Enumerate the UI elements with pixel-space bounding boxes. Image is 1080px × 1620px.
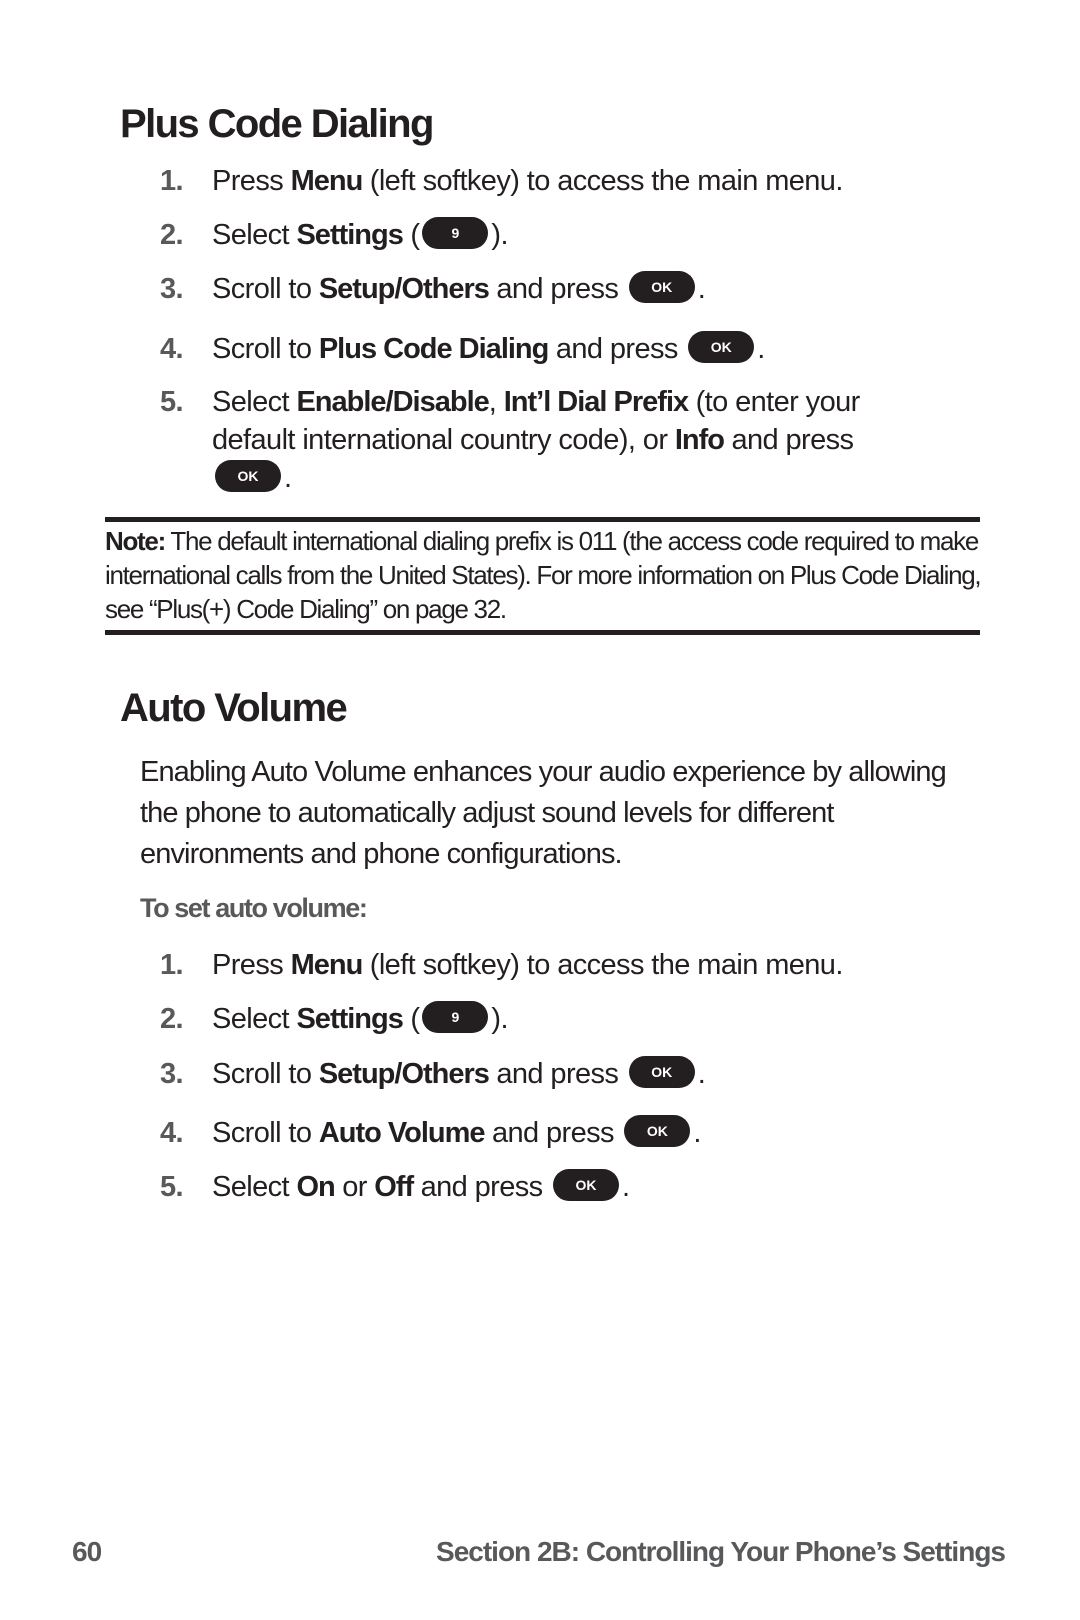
step-text-run: Scroll to [212, 273, 319, 305]
step-number: 3. [160, 273, 184, 305]
step-text-run: Select [212, 386, 297, 418]
note-box: Note: The default international dialing … [105, 524, 985, 626]
step-number: 2. [160, 1003, 184, 1035]
note-text: The default international dialing prefix… [105, 526, 982, 624]
running-footer-section-title: Section 2B: Controlling Your Phone’s Set… [436, 1536, 1006, 1567]
step-text-run: Scroll to [212, 1058, 319, 1090]
step-text: Press Menu (left softkey) to access the … [212, 162, 920, 200]
step-text: Scroll to Setup/Others and press OK. [212, 270, 920, 308]
step-text-run: (left softkey) to access the main menu. [362, 165, 844, 197]
menu-option-label: Info [674, 424, 725, 456]
step-number: 1. [160, 949, 184, 981]
step-text-run: . [693, 1117, 701, 1149]
step-text-run: . [284, 462, 292, 494]
page-number: 60 [72, 1536, 102, 1567]
menu-option-label: Menu [290, 949, 364, 981]
step-text: Scroll to Setup/Others and press OK. [212, 1055, 920, 1093]
step-text-run: and press [488, 1058, 626, 1090]
step-list-item: 1. Press Menu (left softkey) to access th… [160, 946, 920, 984]
step-text-run: ( [402, 219, 420, 251]
auto-volume-intro: Enabling Auto Volume enhances your audio… [140, 756, 947, 870]
menu-option-label: Int’l Dial Prefix [503, 386, 689, 418]
step-list-item: 4. Scroll to Plus Code Dialing and press … [160, 330, 920, 368]
step-number: 2. [160, 219, 184, 251]
step-text-run: Scroll to [212, 333, 319, 365]
step-list-item: 2. Select Settings (9). [160, 216, 920, 254]
menu-option-label: Off [374, 1171, 414, 1203]
step-number: 5. [160, 386, 184, 418]
step-list-item: 5. Select On or Off and press OK. [160, 1168, 920, 1206]
ok-key-icon: OK [215, 460, 281, 493]
step-text-run: ( [402, 1003, 420, 1035]
step-text: Select Settings (9). [212, 1000, 920, 1038]
step-number: 4. [160, 333, 184, 365]
step-list-item: 5. Select Enable/Disable, Int’l Dial Pref… [160, 383, 920, 497]
key-9-icon: 9 [422, 217, 489, 250]
step-text-run: ). [491, 219, 508, 251]
step-text-run: Scroll to [212, 1117, 319, 1149]
ok-key-icon: OK [628, 271, 695, 304]
step-list-item: 3. Scroll to Setup/Others and press OK. [160, 270, 920, 308]
step-text-run: Select [212, 1171, 297, 1203]
step-list-item: 1. Press Menu (left softkey) to access th… [160, 162, 920, 200]
menu-option-label: Setup/Others [318, 273, 490, 305]
key-9-icon: 9 [422, 1001, 489, 1034]
step-number: 3. [160, 1058, 184, 1090]
step-text-run: Select [212, 219, 297, 251]
step-text-run: Select [212, 1003, 297, 1035]
step-text: Scroll to Auto Volume and press OK. [212, 1114, 920, 1152]
step-text-run: and press [484, 1117, 622, 1149]
ok-key-icon: OK [624, 1115, 691, 1148]
step-text: Select Enable/Disable, Int’l Dial Prefix… [212, 383, 920, 497]
step-text-run: . [697, 1058, 706, 1090]
step-text-run: . [622, 1171, 630, 1203]
step-text: Select On or Off and press OK. [212, 1168, 920, 1206]
menu-option-label: Menu [290, 165, 364, 197]
ok-key-icon: OK [688, 331, 755, 364]
step-list-item: 3. Scroll to Setup/Others and press OK. [160, 1055, 920, 1093]
menu-option-label: Setup/Others [318, 1058, 490, 1090]
section-title-plus-code-dialing: Plus Code Dialing [120, 102, 434, 146]
procedure-subheading: To set auto volume: [140, 893, 368, 923]
step-number: 4. [160, 1117, 184, 1149]
step-text-run: and press [724, 424, 854, 456]
step-text: Press Menu (left softkey) to access the … [212, 946, 920, 984]
step-text-run: , [488, 386, 504, 418]
step-text: Scroll to Plus Code Dialing and press OK… [212, 330, 920, 368]
step-text-run: . [697, 273, 706, 305]
step-text-run: and press [488, 273, 626, 305]
step-text-run: and press [413, 1171, 550, 1203]
step-text-run: or [334, 1171, 375, 1203]
step-number: 1. [160, 165, 184, 197]
step-text-run: . [757, 333, 765, 365]
note-top-divider [105, 517, 980, 522]
menu-option-label: Plus Code Dialing [318, 333, 550, 365]
step-list-item: 2. Select Settings (9). [160, 1000, 920, 1038]
step-text-run: Press [212, 949, 291, 981]
menu-option-label: On [296, 1171, 335, 1203]
menu-option-label: Settings [296, 1003, 403, 1035]
menu-option-label: Settings [296, 219, 403, 251]
step-text-run: ). [491, 1003, 508, 1035]
section-title-auto-volume: Auto Volume [120, 686, 348, 730]
note-bottom-divider [105, 630, 980, 635]
ok-key-icon: OK [628, 1056, 695, 1089]
step-text: Select Settings (9). [212, 216, 920, 254]
manual-page: Plus Code Dialing 1. Press Menu (left sof… [0, 0, 1080, 1620]
ok-key-icon: OK [553, 1169, 619, 1202]
step-text-run: and press [548, 333, 686, 365]
menu-option-label: Auto Volume [318, 1117, 486, 1149]
step-number: 5. [160, 1171, 184, 1203]
menu-option-label: Enable/Disable [296, 386, 489, 418]
step-text-run: Press [212, 165, 291, 197]
step-list-item: 4. Scroll to Auto Volume and press OK. [160, 1114, 920, 1152]
step-text-run: (left softkey) to access the main menu. [362, 949, 844, 981]
note-label: Note: [105, 526, 166, 556]
